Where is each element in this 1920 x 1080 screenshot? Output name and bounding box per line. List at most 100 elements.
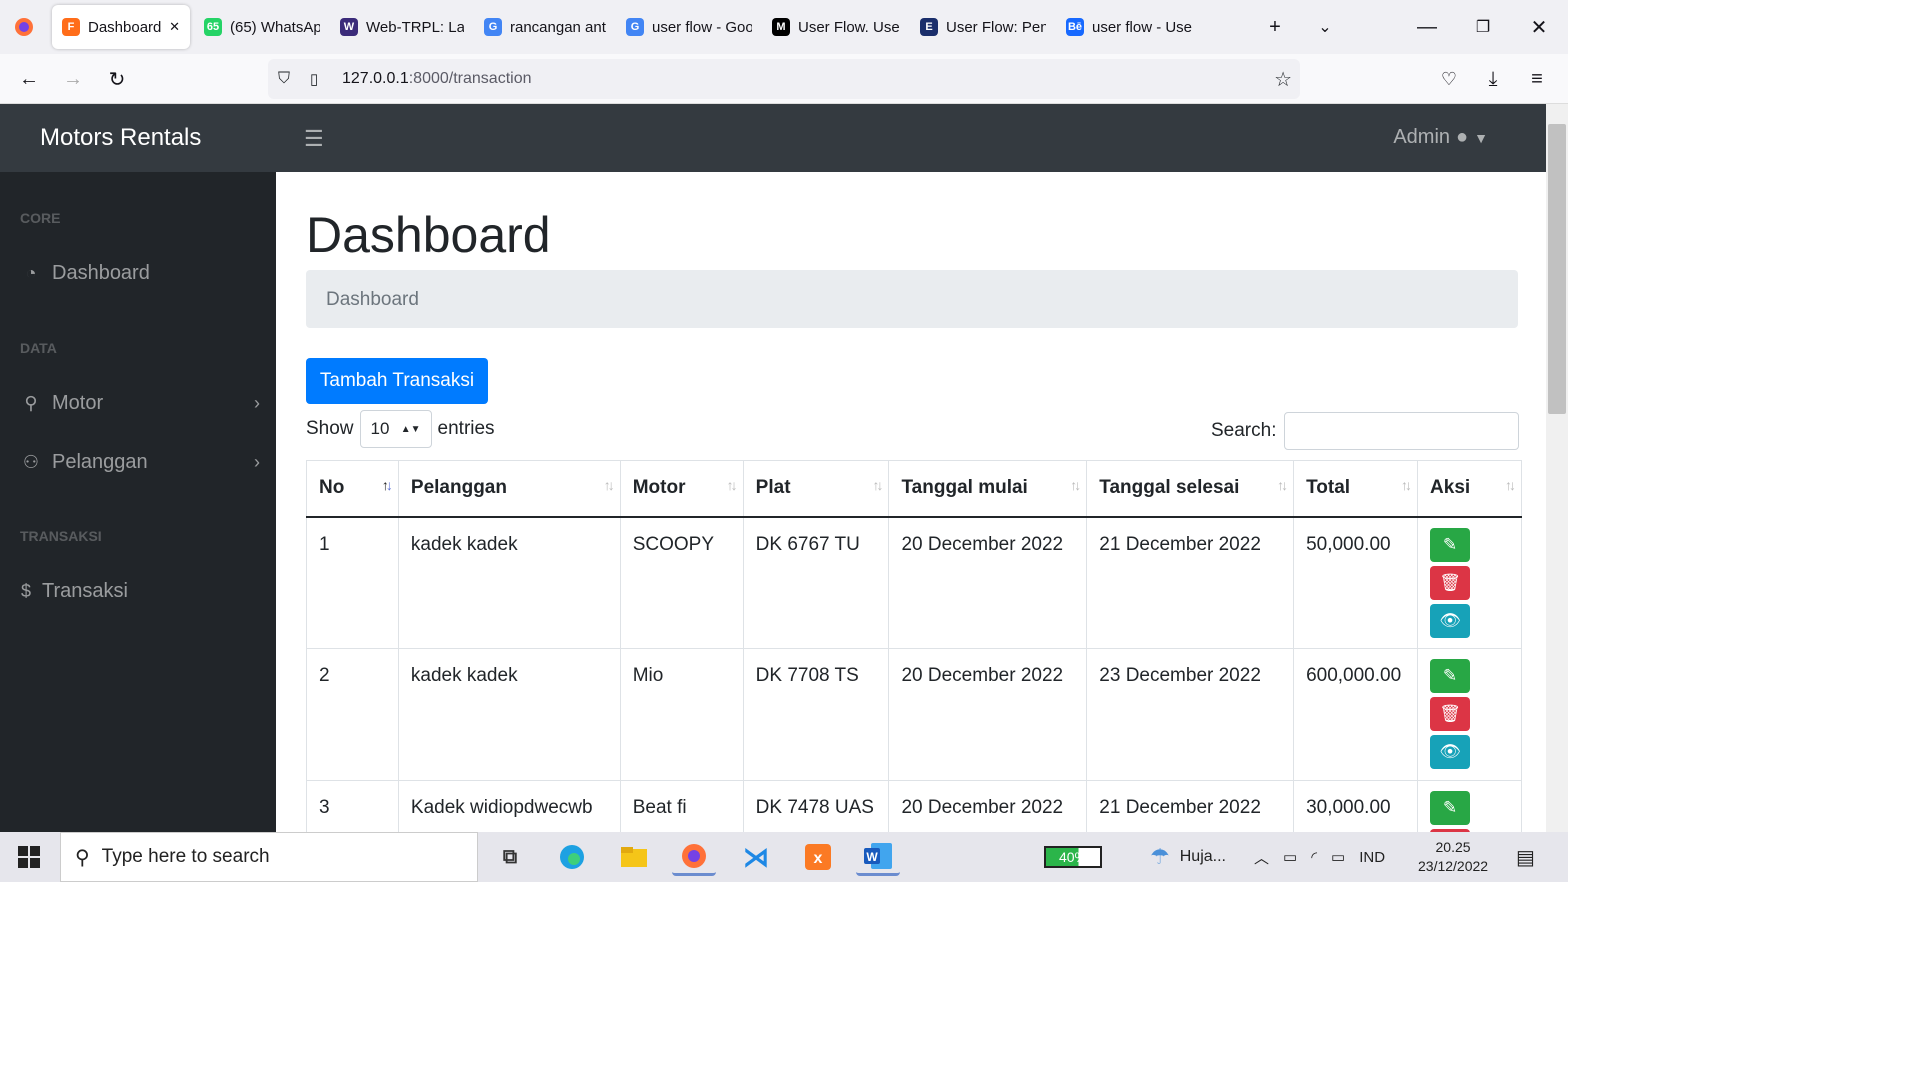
browser-tab[interactable]: 65 (65) WhatsApp (194, 5, 330, 49)
column-header-label: Motor (632, 477, 686, 499)
table-cell: Beat fi (619, 780, 744, 832)
sort-icon: ↑↓ (381, 477, 393, 493)
browser-tab[interactable]: E User Flow: Pen (910, 5, 1056, 49)
view-button[interactable]: 👁 (1430, 603, 1471, 638)
column-header[interactable]: Tanggal mulai ↑↓ (888, 460, 1088, 518)
actions-cell: ✎🗑👁 (1417, 780, 1522, 832)
forward-icon[interactable]: → (58, 64, 88, 94)
chevron-right-icon: › (254, 393, 260, 413)
column-header[interactable]: No ↑↓ (306, 460, 399, 518)
back-icon[interactable]: ← (14, 64, 44, 94)
weather-text: Huja... (1179, 848, 1226, 865)
browser-tab[interactable]: M User Flow. User (762, 5, 910, 49)
table-cell: 20 December 2022 (888, 780, 1088, 832)
close-tab-icon[interactable]: ✕ (169, 19, 180, 35)
column-header[interactable]: Aksi ↑↓ (1417, 460, 1522, 518)
minimize-button[interactable]: — (1412, 12, 1442, 42)
table-row: 2 kadek kadek Mio DK 7708 TS 20 December 202… (306, 648, 1522, 781)
tab-label: (65) WhatsApp (230, 18, 320, 36)
restore-button[interactable]: ❐ (1468, 12, 1498, 42)
sidebar-item-motor[interactable]: ⚲ Motor › (20, 392, 260, 415)
page-icon: ▯ (310, 71, 319, 88)
close-window-button[interactable]: ✕ (1524, 12, 1554, 42)
app-topbar: Motors Rentals ☰ Admin ● ▼ (0, 104, 1546, 172)
url-bar[interactable]: ⛉ ▯ 127.0.0.1:8000/transaction ☆ (268, 59, 1300, 99)
vscode-icon[interactable]: ⋊ (734, 838, 778, 876)
brand[interactable]: Motors Rentals (40, 124, 201, 152)
tab-label: rancangan ant (510, 18, 606, 36)
bookmark-star-icon[interactable]: ☆ (1274, 67, 1292, 92)
sidebar-item-dashboard[interactable]: ◔ Dashboard (20, 262, 260, 285)
taskbar-search[interactable]: ⚲ Type here to search (60, 832, 478, 882)
browser-tab[interactable]: W Web-TRPL: Lap (330, 5, 474, 49)
firefox-taskbar-icon[interactable] (672, 838, 716, 876)
table-row: 1 kadek kadek SCOOPY DK 6767 TU 20 December … (306, 516, 1522, 649)
tab-label: Dashboard Rent (88, 18, 162, 36)
column-header[interactable]: Total ↑↓ (1293, 460, 1419, 518)
browser-tab[interactable]: F Dashboard Rent ✕ (52, 5, 190, 49)
add-transaction-button[interactable]: Tambah Transaksi (306, 358, 488, 404)
edge-icon[interactable] (550, 838, 594, 876)
actions-cell: ✎ 🗑 👁 (1417, 648, 1522, 781)
column-header-label: Aksi (1430, 477, 1471, 499)
shield-icon[interactable]: ⛉ (278, 70, 300, 88)
delete-button[interactable]: 🗑 (1430, 697, 1471, 731)
column-header-label: Pelanggan (410, 477, 507, 499)
system-tray: ︿ ▭ ◜ ▭ IND (1254, 832, 1385, 882)
windows-start-icon[interactable] (18, 846, 40, 873)
table-cell: kadek kadek (397, 516, 621, 649)
user-dropdown[interactable]: Admin ● ▼ (1393, 126, 1488, 149)
eye-icon: 👁 (1439, 610, 1461, 630)
sidebar-item-transaksi[interactable]: $ Transaksi (20, 580, 260, 603)
column-header-label: Plat (755, 477, 791, 499)
table-row: 3 Kadek widiopdwecwb Beat fi DK 7478 UAS 20 … (306, 780, 1522, 832)
menu-icon[interactable]: ≡ (1522, 64, 1552, 94)
edit-button[interactable]: ✎ (1430, 527, 1471, 562)
column-header[interactable]: Plat ↑↓ (742, 460, 890, 518)
svg-text:W: W (866, 850, 878, 864)
wifi-icon[interactable]: ◜ (1311, 848, 1317, 866)
file-explorer-icon[interactable] (612, 838, 656, 876)
sidebar-toggle-icon[interactable]: ☰ (304, 126, 324, 152)
rain-icon: ☂ (1150, 844, 1170, 869)
meet-icon[interactable]: ▭ (1283, 848, 1297, 866)
word-icon[interactable]: W (856, 838, 900, 876)
search-input[interactable] (1284, 412, 1520, 450)
language-indicator[interactable]: IND (1359, 849, 1385, 866)
battery-indicator[interactable]: 40% (1044, 832, 1102, 882)
chevron-up-icon[interactable]: ︿ (1254, 847, 1269, 868)
table-cell: DK 6767 TU (742, 516, 890, 649)
edit-button[interactable]: ✎ (1430, 659, 1471, 693)
pocket-icon[interactable]: ♡ (1434, 64, 1464, 94)
sidebar-item-pelanggan[interactable]: ⚇ Pelanggan › (20, 451, 260, 474)
scrollbar-thumb[interactable] (1548, 124, 1566, 414)
xampp-icon[interactable]: x (796, 838, 840, 876)
notification-icon[interactable]: ▤ (1516, 832, 1535, 882)
edit-button[interactable]: ✎ (1430, 791, 1471, 825)
download-icon[interactable]: ⤓ (1478, 64, 1508, 94)
column-header[interactable]: Motor ↑↓ (619, 460, 744, 518)
table-cell: 20 December 2022 (888, 648, 1088, 781)
entries-select[interactable]: 10 ▲▼ (359, 410, 432, 448)
column-header[interactable]: Tanggal selesai ↑↓ (1086, 460, 1295, 518)
caret-down-icon: ▼ (1474, 129, 1488, 146)
list-tabs-button[interactable]: ⌄ (1310, 12, 1340, 42)
browser-tab[interactable]: Guser flow - Goo (616, 5, 762, 49)
table-cell: Kadek widiopdwecwb (397, 780, 621, 832)
main-content: Dashboard Dashboard Tambah Transaksi Sho… (276, 172, 1546, 832)
delete-button[interactable]: 🗑 (1430, 565, 1471, 600)
battery-icon[interactable]: ▭ (1331, 848, 1345, 866)
column-header[interactable]: Pelanggan ↑↓ (397, 460, 621, 518)
reload-icon[interactable]: ↻ (102, 64, 132, 94)
edit-icon: ✎ (1442, 798, 1458, 817)
clock[interactable]: 20.25 23/12/2022 (1418, 832, 1488, 882)
entries-label: entries (437, 418, 495, 439)
browser-tab[interactable]: Bē user flow - Use (1056, 5, 1202, 49)
firefox-icon[interactable] (0, 17, 48, 37)
browser-tab[interactable]: Grancangan ant (474, 5, 616, 49)
clock-date: 23/12/2022 (1418, 858, 1489, 874)
new-tab-button[interactable]: + (1260, 12, 1290, 42)
weather-widget[interactable]: ☂ Huja... (1150, 832, 1226, 882)
view-button[interactable]: 👁 (1430, 735, 1471, 769)
task-view-icon[interactable]: ⧉ (488, 838, 532, 876)
